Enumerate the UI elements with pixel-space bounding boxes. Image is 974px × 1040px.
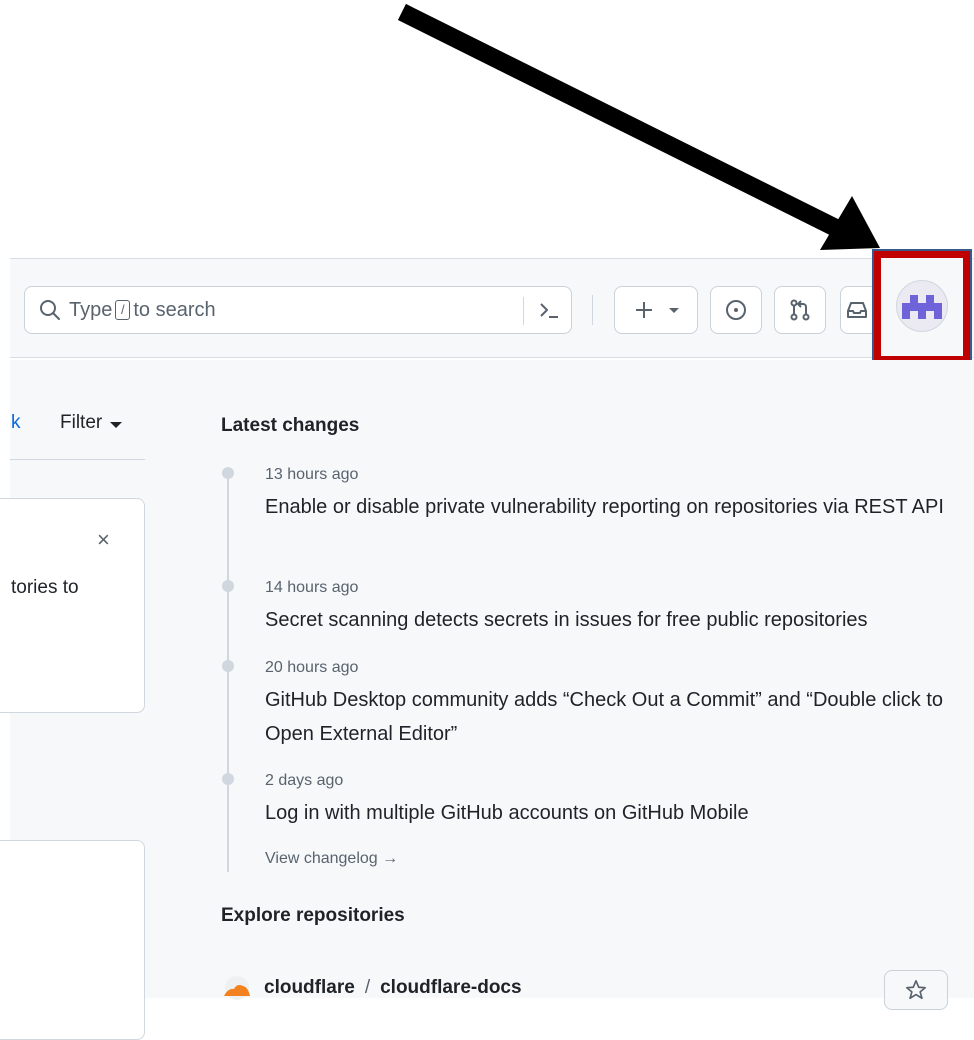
search-divider bbox=[523, 297, 524, 325]
change-link[interactable]: Enable or disable private vulnerability … bbox=[265, 490, 955, 524]
change-link[interactable]: Secret scanning detects secrets in issue… bbox=[265, 603, 955, 637]
repo-owner-link[interactable]: cloudflare bbox=[264, 977, 355, 999]
command-palette-icon[interactable] bbox=[537, 298, 561, 322]
search-placeholder: Type / to search bbox=[69, 298, 216, 321]
repo-name-link[interactable]: cloudflare-docs bbox=[380, 977, 521, 999]
change-time: 2 days ago bbox=[265, 772, 344, 789]
change-time: 13 hours ago bbox=[265, 466, 359, 483]
issues-button[interactable] bbox=[710, 286, 762, 334]
issue-icon bbox=[726, 300, 746, 320]
timeline-dot bbox=[222, 467, 234, 479]
filter-label: Filter bbox=[60, 412, 103, 433]
change-time: 14 hours ago bbox=[265, 579, 359, 596]
plus-icon bbox=[636, 302, 652, 318]
screenshot-margin bbox=[0, 0, 974, 258]
search-icon bbox=[40, 300, 60, 320]
explore-repositories-title: Explore repositories bbox=[221, 905, 405, 926]
pull-request-icon bbox=[790, 299, 810, 321]
repo-separator: / bbox=[364, 977, 371, 998]
inbox-icon bbox=[847, 302, 867, 318]
change-link[interactable]: Log in with multiple GitHub accounts on … bbox=[265, 796, 955, 830]
timeline-dot bbox=[222, 660, 234, 672]
pull-requests-button[interactable] bbox=[774, 286, 826, 334]
feed-card: × tories to bbox=[0, 498, 145, 713]
chevron-down-icon bbox=[669, 307, 679, 313]
cloudflare-logo-icon bbox=[224, 976, 250, 1000]
close-icon[interactable]: × bbox=[97, 527, 110, 553]
explore-repo-row: cloudflare / cloudflare-docs bbox=[220, 976, 522, 1000]
feed-link[interactable]: k bbox=[11, 412, 21, 434]
search-input[interactable]: Type / to search bbox=[24, 286, 572, 334]
feed-card-text: tories to bbox=[11, 577, 79, 598]
feed-divider bbox=[10, 459, 145, 460]
top-header: Type / to search bbox=[10, 249, 974, 365]
header-divider bbox=[592, 295, 593, 325]
change-time: 20 hours ago bbox=[265, 659, 359, 676]
change-link[interactable]: GitHub Desktop community adds “Check Out… bbox=[265, 683, 955, 751]
slash-key-hint: / bbox=[115, 300, 131, 320]
filter-button[interactable]: Filter bbox=[60, 412, 123, 434]
view-changelog-link[interactable]: View changelog → bbox=[265, 850, 398, 868]
star-button[interactable] bbox=[884, 970, 948, 1010]
timeline-dot bbox=[222, 773, 234, 785]
create-new-button[interactable] bbox=[614, 286, 698, 334]
timeline-dot bbox=[222, 580, 234, 592]
chevron-down-icon bbox=[110, 421, 123, 428]
avatar[interactable] bbox=[896, 280, 948, 332]
identicon-icon bbox=[902, 295, 942, 319]
sidebar-column bbox=[200, 360, 974, 998]
feed-card bbox=[0, 840, 145, 1040]
highlight-box bbox=[872, 249, 972, 365]
latest-changes-title: Latest changes bbox=[221, 415, 360, 436]
